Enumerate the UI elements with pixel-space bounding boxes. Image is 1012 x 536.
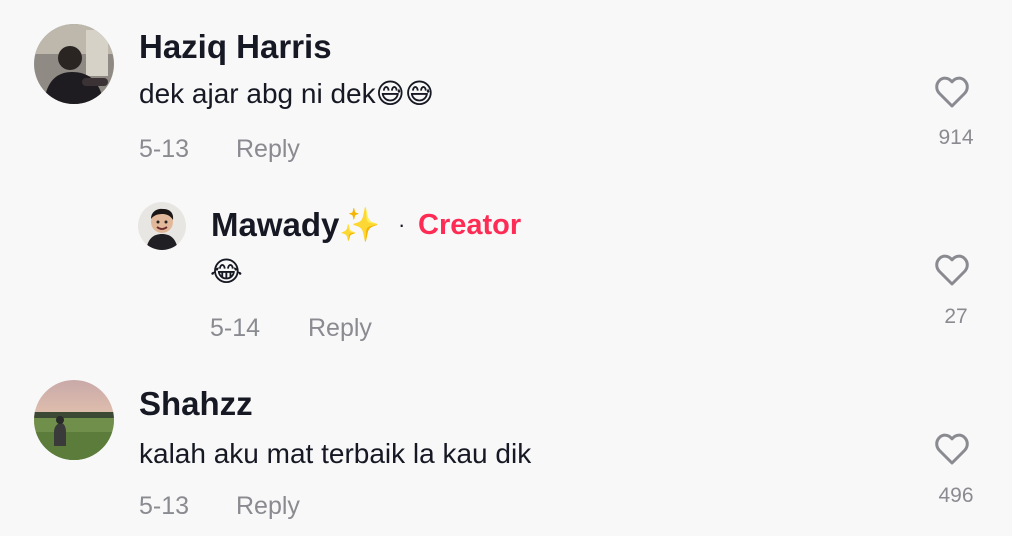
reply-button[interactable]: Reply [236, 137, 300, 162]
comment-author[interactable]: Shahzz [139, 387, 253, 420]
avatar[interactable] [138, 202, 186, 250]
like-count: 496 [938, 484, 974, 507]
heart-outline-icon [935, 76, 969, 108]
avatar[interactable] [34, 380, 114, 460]
comment-item: Haziq Harris dek ajar abg ni dek😅😅 5-13 … [0, 0, 1012, 180]
separator-dot: · [398, 212, 406, 237]
like-count: 27 [944, 305, 968, 328]
comment-date: 5-13 [139, 492, 190, 520]
comment-author[interactable]: Haziq Harris [139, 30, 332, 63]
comment-author[interactable]: Mawady✨ [211, 208, 380, 241]
author-name: Mawady [211, 206, 340, 243]
reply-button[interactable]: Reply [308, 316, 372, 341]
like-button[interactable] [932, 250, 972, 290]
heart-outline-icon [935, 433, 969, 465]
comment-date: 5-13 [139, 135, 190, 163]
comment-item: Shahzz kalah aku mat terbaik la kau dik … [0, 360, 1012, 536]
reply-button[interactable]: Reply [236, 494, 300, 519]
comment-emoji: 😂 [210, 256, 243, 287]
heart-outline-icon [935, 254, 969, 286]
comment-date: 5-14 [210, 314, 261, 342]
like-button[interactable] [932, 72, 972, 112]
comment-text: dek ajar abg ni dek😅😅 [139, 80, 434, 108]
comment-text: kalah aku mat terbaik la kau dik [139, 438, 532, 469]
like-button[interactable] [932, 429, 972, 469]
avatar[interactable] [34, 24, 114, 104]
comment-emoji: 😅😅 [375, 78, 434, 109]
creator-badge: Creator [418, 209, 522, 241]
sparkle-icon: ✨ [339, 206, 381, 243]
comment-text: 😂 [210, 258, 243, 286]
comment-text-body: dek ajar abg ni dek [139, 78, 376, 109]
reply-comment-item: Mawady✨ · Creator 😂 5-14 Reply 27 [0, 180, 1012, 360]
like-count: 914 [938, 126, 974, 149]
